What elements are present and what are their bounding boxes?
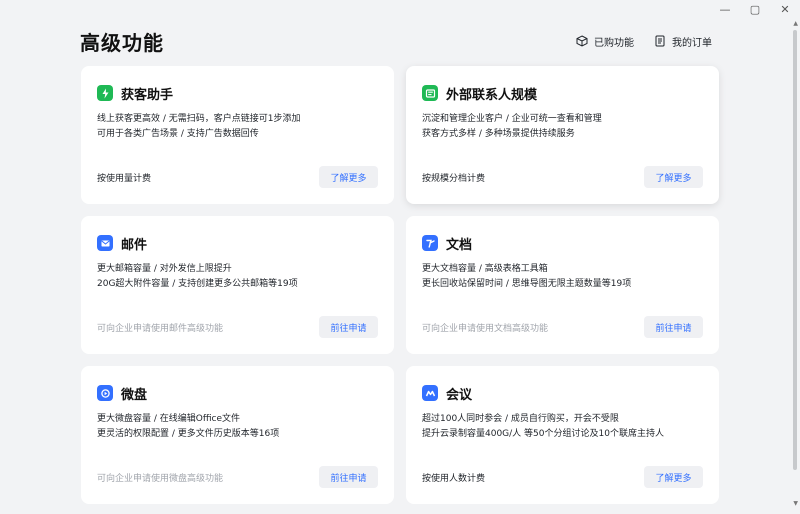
description-line: 更长回收站保留时间 / 思维导图无限主题数量等19项 — [422, 279, 632, 289]
feature-grid: 获客助手 线上获客更高效 / 无需扫码，客户点链接可1步添加 可用于各类广告场景… — [81, 66, 719, 504]
scrollbar[interactable] — [793, 30, 797, 470]
page-header: 高级功能 已购功能 我的订单 — [80, 28, 712, 55]
maximize-button[interactable]: ▢ — [740, 0, 770, 18]
card-title: 微盘 — [121, 387, 148, 403]
apply-button[interactable]: 前往申请 — [644, 316, 703, 338]
card-title: 邮件 — [121, 237, 148, 253]
description-line: 获客方式多样 / 多种场景提供持续服务 — [422, 129, 575, 139]
card-title: 获客助手 — [121, 87, 174, 103]
my-orders-label: 我的订单 — [672, 37, 712, 49]
card-description: 更大邮箱容量 / 对外发信上限提升 20G超大附件容量 / 支持创建更多公共邮箱… — [97, 262, 378, 292]
my-orders-link[interactable]: 我的订单 — [654, 34, 712, 49]
apply-note: 可向企业申请使用文档高级功能 — [422, 323, 549, 334]
card-description: 更大文档容量 / 高级表格工具箱 更长回收站保留时间 / 思维导图无限主题数量等… — [422, 262, 703, 292]
feature-card-acquisition: 获客助手 线上获客更高效 / 无需扫码，客户点链接可1步添加 可用于各类广告场景… — [81, 66, 394, 204]
bolt-icon — [97, 85, 113, 101]
apply-note: 可向企业申请使用微盘高级功能 — [97, 473, 224, 484]
document-icon — [422, 235, 438, 251]
purchased-features-label: 已购功能 — [594, 37, 634, 49]
pricing-note: 按规模分档计费 — [422, 173, 486, 184]
learn-more-button[interactable]: 了解更多 — [644, 166, 703, 188]
scroll-down-arrow[interactable]: ▼ — [793, 500, 798, 507]
pricing-note: 按使用人数计费 — [422, 473, 486, 484]
window-controls: — ▢ ✕ — [710, 0, 800, 18]
description-line: 可用于各类广告场景 / 支持广告数据回传 — [97, 129, 259, 139]
feature-card-meeting: 会议 超过100人同时参会 / 成员自行购买，开会不受限 提升云录制容量400G… — [406, 366, 719, 504]
card-description: 超过100人同时参会 / 成员自行购买，开会不受限 提升云录制容量400G/人 … — [422, 412, 703, 442]
learn-more-button[interactable]: 了解更多 — [644, 466, 703, 488]
purchased-features-link[interactable]: 已购功能 — [576, 34, 634, 49]
card-description: 更大微盘容量 / 在线编辑Office文件 更灵活的权限配置 / 更多文件历史版… — [97, 412, 378, 442]
learn-more-button[interactable]: 了解更多 — [319, 166, 378, 188]
feature-card-drive: 微盘 更大微盘容量 / 在线编辑Office文件 更灵活的权限配置 / 更多文件… — [81, 366, 394, 504]
close-button[interactable]: ✕ — [770, 0, 800, 18]
apply-button[interactable]: 前往申请 — [319, 316, 378, 338]
apply-button[interactable]: 前往申请 — [319, 466, 378, 488]
description-line: 更灵活的权限配置 / 更多文件历史版本等16项 — [97, 429, 280, 439]
card-title: 文档 — [446, 237, 473, 253]
box-icon — [576, 35, 588, 47]
feature-card-external-contacts: 外部联系人规模 沉淀和管理企业客户 / 企业可统一查看和管理 获客方式多样 / … — [406, 66, 719, 204]
description-line: 线上获客更高效 / 无需扫码，客户点链接可1步添加 — [97, 114, 301, 124]
description-line: 超过100人同时参会 / 成员自行购买，开会不受限 — [422, 414, 619, 424]
card-description: 沉淀和管理企业客户 / 企业可统一查看和管理 获客方式多样 / 多种场景提供持续… — [422, 112, 703, 142]
description-line: 更大微盘容量 / 在线编辑Office文件 — [97, 414, 241, 424]
page-title: 高级功能 — [80, 30, 164, 55]
meeting-icon — [422, 385, 438, 401]
description-line: 更大文档容量 / 高级表格工具箱 — [422, 264, 548, 274]
contacts-icon — [422, 85, 438, 101]
description-line: 更大邮箱容量 / 对外发信上限提升 — [97, 264, 232, 274]
drive-icon — [97, 385, 113, 401]
minimize-button[interactable]: — — [710, 0, 740, 18]
card-description: 线上获客更高效 / 无需扫码，客户点链接可1步添加 可用于各类广告场景 / 支持… — [97, 112, 378, 142]
feature-card-docs: 文档 更大文档容量 / 高级表格工具箱 更长回收站保留时间 / 思维导图无限主题… — [406, 216, 719, 354]
receipt-icon — [655, 35, 665, 47]
pricing-note: 按使用量计费 — [97, 173, 152, 184]
card-title: 会议 — [446, 387, 473, 403]
description-line: 提升云录制容量400G/人 等50个分组讨论及10个联席主持人 — [422, 429, 664, 439]
scroll-up-arrow[interactable]: ▲ — [793, 20, 798, 27]
description-line: 20G超大附件容量 / 支持创建更多公共邮箱等19项 — [97, 279, 298, 289]
header-actions: 已购功能 我的订单 — [576, 34, 712, 49]
feature-card-mail: 邮件 更大邮箱容量 / 对外发信上限提升 20G超大附件容量 / 支持创建更多公… — [81, 216, 394, 354]
mail-icon — [97, 235, 113, 251]
description-line: 沉淀和管理企业客户 / 企业可统一查看和管理 — [422, 114, 602, 124]
apply-note: 可向企业申请使用邮件高级功能 — [97, 323, 224, 334]
card-title: 外部联系人规模 — [446, 87, 538, 103]
